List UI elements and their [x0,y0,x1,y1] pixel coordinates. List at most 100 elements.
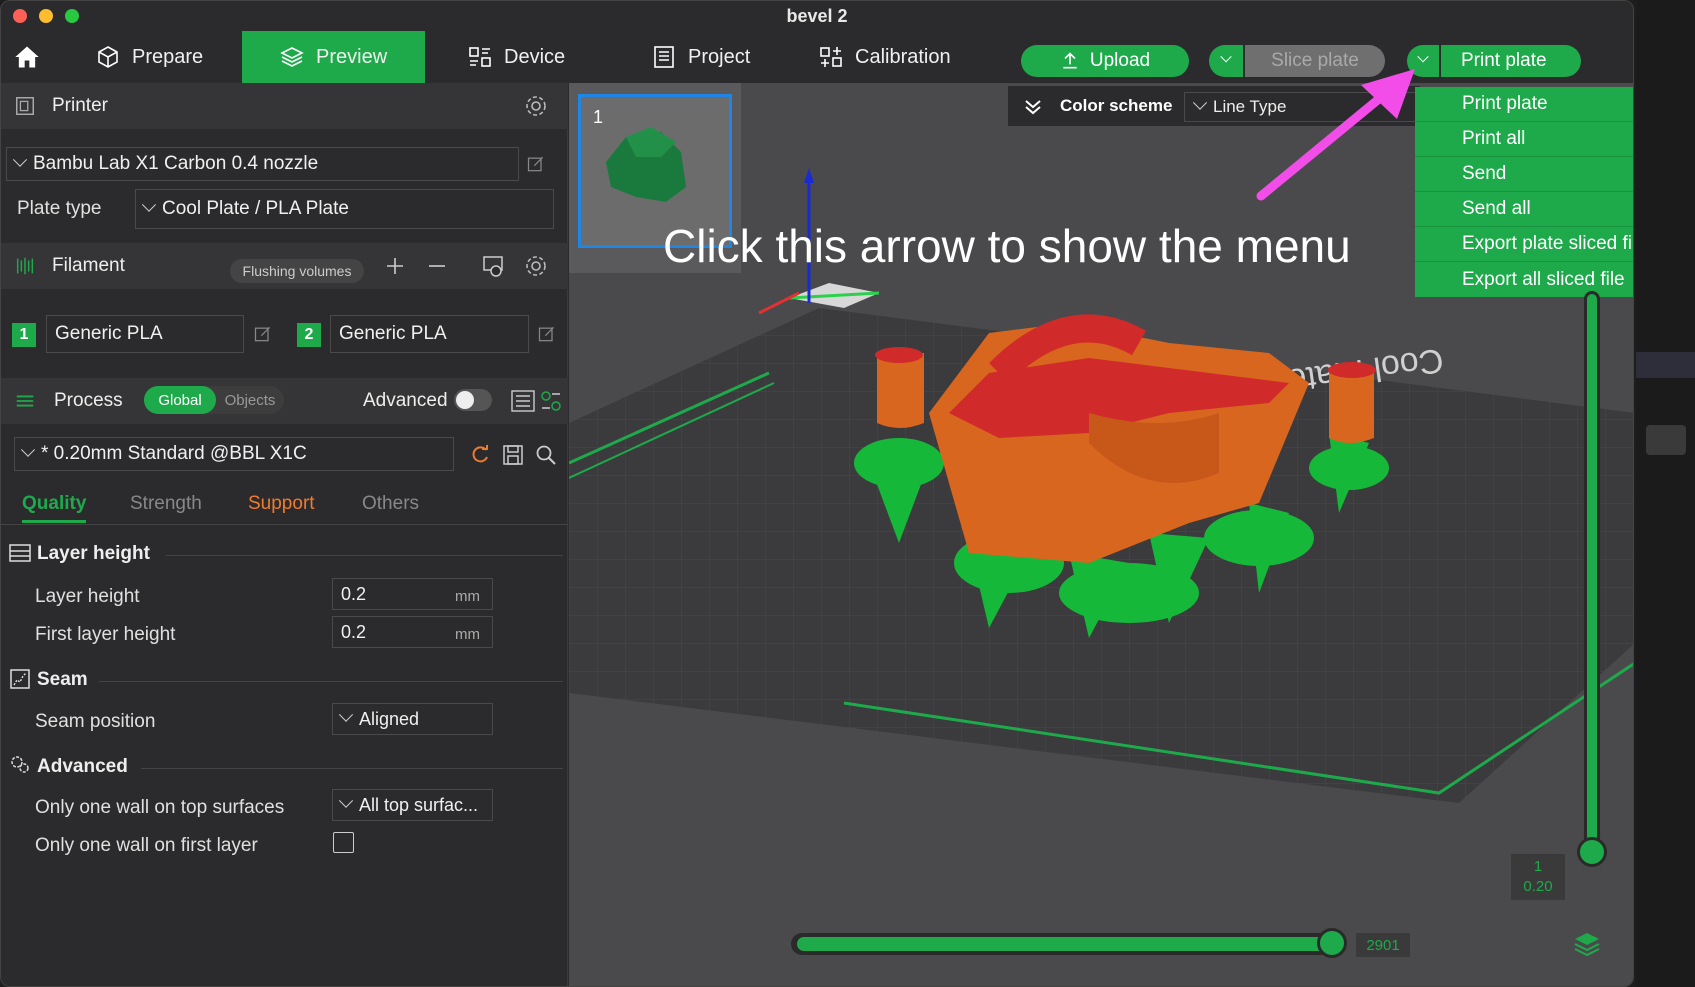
global-option[interactable]: Global [144,386,216,414]
chevron-down-icon [12,152,28,167]
advanced-toggle[interactable] [454,389,492,411]
plate-type-value: Cool Plate / PLA Plate [162,198,349,219]
first-layer-wall-checkbox[interactable] [333,832,354,853]
divider [166,555,563,556]
layer-slider-handle[interactable] [1577,837,1607,867]
edit-icon[interactable] [537,324,557,344]
background-window [1636,0,1695,987]
flushing-volumes-button[interactable]: Flushing volumes [230,259,364,283]
menu-export-all-sliced-file[interactable]: Export all sliced file [1415,262,1633,297]
filament-sync-icon[interactable] [481,254,505,278]
plate-type-select[interactable]: Cool Plate / PLA Plate [135,189,554,229]
process-preset-select[interactable]: * 0.20mm Standard @BBL X1C [14,437,454,471]
chevron-down-icon [20,442,36,457]
objects-option[interactable]: Objects [218,386,282,414]
process-preset-name: * 0.20mm Standard @BBL X1C [41,443,307,464]
top-wall-value: All top surfac... [359,794,479,815]
tab-others[interactable]: Others [362,493,419,515]
filament-icon [16,257,34,275]
upload-label: Upload [1089,50,1151,71]
seam-group-title: Seam [37,669,88,690]
tab-preview[interactable]: Preview [242,31,425,83]
process-tabs: Quality Strength Support Others [1,489,568,525]
calibration-icon [820,47,842,67]
tab-preview-label: Preview [316,45,388,68]
tab-project[interactable]: Project [652,31,750,83]
menu-export-plate-sliced-file[interactable]: Export plate sliced file [1415,227,1633,262]
upload-button[interactable]: Upload [1021,45,1189,77]
window-title: bevel 2 [786,6,848,26]
plus-icon[interactable] [385,256,405,276]
tab-calibration[interactable]: Calibration [819,31,951,83]
tab-quality[interactable]: Quality [22,493,87,523]
filament-1-select[interactable]: Generic PLA [46,315,244,353]
gear-icon[interactable] [524,254,548,278]
printer-section-header: Printer [1,83,568,129]
document-icon [654,46,674,68]
edit-icon[interactable] [253,324,273,344]
divider [141,768,563,769]
tab-device[interactable]: Device [468,31,565,83]
layer-height-icon [9,544,31,562]
tab-strength[interactable]: Strength [130,493,202,515]
tab-project-label: Project [688,45,751,68]
reset-icon[interactable] [469,444,491,466]
advanced-gears-icon [11,756,29,773]
layer-height-input[interactable]: 0.2 mm [332,578,493,610]
edit-icon[interactable] [526,154,546,174]
minus-icon[interactable] [427,256,447,276]
double-chevron-down-icon[interactable] [1024,98,1042,116]
compare-icon[interactable] [540,390,562,412]
layers-icon[interactable] [1573,929,1601,957]
tab-prepare-label: Prepare [132,45,204,68]
background-window-bar [1636,352,1695,378]
background-window-control [1646,425,1686,455]
left-panel: Printer Bambu Lab X1 Carbon 0.4 nozzle P… [1,83,568,986]
chevron-down-icon [1192,95,1208,110]
menu-print-all[interactable]: Print all [1415,122,1633,157]
list-icon[interactable] [511,390,535,412]
advanced-toggle-label: Advanced [363,390,448,411]
menu-print-plate[interactable]: Print plate [1415,87,1633,122]
layer-height-group-title: Layer height [37,543,150,564]
cube-icon [98,46,118,68]
seam-position-value: Aligned [359,708,420,729]
search-icon[interactable] [535,444,557,466]
print-plate-button[interactable]: Print plate [1441,45,1581,77]
layer-height-value: 0.2 [341,583,367,604]
filament-2-number: 2 [297,323,321,347]
printer-select[interactable]: Bambu Lab X1 Carbon 0.4 nozzle [6,147,519,181]
device-icon [469,47,491,67]
save-icon[interactable] [502,444,524,466]
seam-position-label: Seam position [35,711,156,732]
upload-icon [1063,52,1077,69]
advanced-group-title: Advanced [37,756,128,777]
menu-send[interactable]: Send [1415,157,1633,192]
global-objects-switch[interactable]: Global Objects [144,386,284,414]
seam-position-select[interactable]: Aligned [332,703,493,735]
layer-vertical-slider[interactable] [1584,291,1600,851]
filament-2-select[interactable]: Generic PLA [330,315,529,353]
annotation-arrow [1256,69,1415,201]
slice-dropdown-button[interactable] [1209,45,1243,77]
app-window: bevel 2 Prepare Preview Device Project C… [0,0,1634,987]
first-layer-height-input[interactable]: 0.2 mm [332,616,493,648]
top-wall-select[interactable]: All top surfac... [332,789,493,821]
gear-icon[interactable] [524,94,548,118]
process-section-title: Process [54,390,123,411]
layer-height-label: Layer height [35,586,140,607]
first-layer-height-label: First layer height [35,624,176,645]
plate-type-label: Plate type [17,198,102,219]
move-slider-handle[interactable] [1317,928,1347,958]
chevron-down-icon [338,793,354,808]
first-layer-height-value: 0.2 [341,621,367,642]
layer-readout: 1 0.20 [1511,854,1565,900]
tab-support[interactable]: Support [248,493,315,515]
home-button[interactable] [13,31,53,83]
chevron-down-icon [141,197,157,212]
tab-prepare[interactable]: Prepare [96,31,203,83]
color-scheme-label: Color scheme [1060,96,1173,115]
home-icon [15,46,39,68]
menu-send-all[interactable]: Send all [1415,192,1633,227]
layer-height-unit: mm [455,588,480,605]
